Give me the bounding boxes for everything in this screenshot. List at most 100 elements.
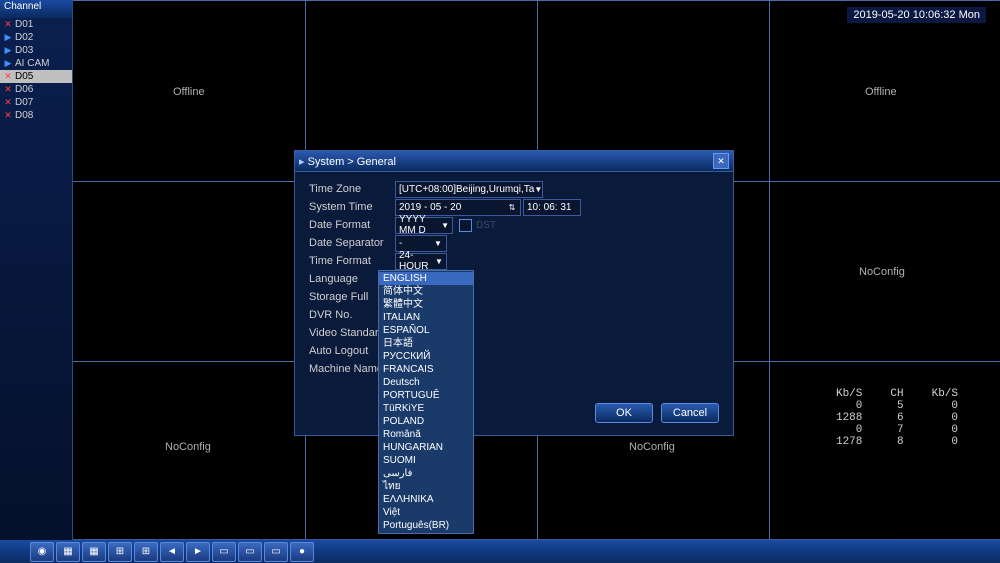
dialog-title: System > General [308,156,396,168]
channel-sidebar: Channel ✕D01▶D02▶D03▶AI CAM✕D05✕D06✕D07✕… [0,0,73,540]
channel-item[interactable]: ✕D01 [0,18,72,31]
stats-header: CH [876,388,917,400]
next-button[interactable]: ► [186,542,210,562]
general-settings-dialog: ▸ System > General ✕ Time Zone [UTC+08:0… [294,150,734,436]
cell-status: NoConfig [165,441,211,453]
view9-button[interactable]: ⊞ [108,542,132,562]
sidebar-title: Channel [0,0,72,18]
close-icon: ✕ [3,111,13,121]
language-option[interactable]: Deutsch [379,376,473,389]
close-icon: ✕ [3,20,13,30]
view8-button[interactable]: ▦ [82,542,106,562]
stats-header: Kb/S [918,388,972,400]
layout1-button[interactable]: ▭ [212,542,236,562]
language-option[interactable]: ΕΛΛΗΝΙΚΑ [379,493,473,506]
view4-button[interactable]: ▦ [56,542,80,562]
timeformat-select[interactable]: 24-HOUR▼ [395,253,447,270]
view1-button[interactable]: ◉ [30,542,54,562]
stats-cell: 6 [876,412,917,424]
channel-item[interactable]: ▶AI CAM [0,57,72,70]
stats-cell: 1288 [822,412,876,424]
stats-cell: 0 [918,424,972,436]
timeformat-label: Time Format [309,255,395,267]
cancel-button[interactable]: Cancel [661,403,719,423]
channel-label: D07 [15,97,33,108]
language-option[interactable]: POLAND [379,415,473,428]
language-option[interactable]: Română [379,428,473,441]
channel-label: D08 [15,110,33,121]
channel-item[interactable]: ✕D08 [0,109,72,122]
dst-label: DST [476,220,496,231]
stats-cell: 0 [918,412,972,424]
language-option[interactable]: HUNGARIAN [379,441,473,454]
channel-label: D02 [15,32,33,43]
systemtime-label: System Time [309,201,395,213]
close-icon[interactable]: ✕ [713,153,729,169]
language-option[interactable]: 简体中文 [379,285,473,298]
channel-item[interactable]: ✕D05 [0,70,72,83]
language-option[interactable]: РУССКИЙ [379,350,473,363]
language-option[interactable]: PORTUGUÊ [379,389,473,402]
language-option[interactable]: ไทย [379,480,473,493]
record-button[interactable]: ● [290,542,314,562]
stats-cell: 5 [876,400,917,412]
close-icon: ✕ [3,98,13,108]
language-option[interactable]: ITALIAN [379,311,473,324]
play-icon: ▶ [3,59,13,69]
view16-button[interactable]: ⊞ [134,542,158,562]
channel-item[interactable]: ✕D06 [0,83,72,96]
stats-cell: 0 [918,400,972,412]
dateformat-select[interactable]: YYYY MM D▼ [395,217,453,234]
bitrate-stats: Kb/SCHKb/S050128860070127880 [822,388,972,448]
cell-status: Offline [173,86,205,98]
cell-status: Offline [865,86,897,98]
language-option[interactable]: FRANCAIS [379,363,473,376]
systemtime-time-input[interactable]: 10: 06: 31 [523,199,581,216]
prev-button[interactable]: ◄ [160,542,184,562]
channel-item[interactable]: ▶D02 [0,31,72,44]
timezone-label: Time Zone [309,183,395,195]
channel-item[interactable]: ▶D03 [0,44,72,57]
play-icon: ▶ [3,46,13,56]
dialog-titlebar[interactable]: ▸ System > General ✕ [295,151,733,172]
stats-cell: 1278 [822,436,876,448]
channel-label: D01 [15,19,33,30]
dst-checkbox[interactable] [459,219,472,232]
timestamp: 2019-05-20 10:06:32 Mon [847,7,986,23]
play-icon: ▶ [3,33,13,43]
systemtime-date-input[interactable]: 2019 - 05 - 20⇅ [395,199,521,216]
language-option[interactable]: ESPAÑOL [379,324,473,337]
language-dropdown[interactable]: ENGLISH简体中文繁體中文ITALIANESPAÑOL日本語РУССКИЙF… [378,270,474,534]
language-option[interactable]: TüRKiYE [379,402,473,415]
timezone-select[interactable]: [UTC+08:00]Beijing,Urumqi,Ta▼ [395,181,543,198]
stats-cell: 8 [876,436,917,448]
channel-item[interactable]: ✕D07 [0,96,72,109]
channel-label: D05 [15,71,33,82]
language-option[interactable]: Việt [379,506,473,519]
dateseparator-select[interactable]: -▼ [395,235,447,252]
stats-cell: 0 [822,400,876,412]
dateseparator-label: Date Separator [309,237,395,249]
stats-cell: 0 [918,436,972,448]
stats-cell: 0 [822,424,876,436]
language-option[interactable]: SUOMI [379,454,473,467]
channel-label: D03 [15,45,33,56]
layout3-button[interactable]: ▭ [264,542,288,562]
bottom-toolbar: ◉ ▦ ▦ ⊞ ⊞ ◄ ► ▭ ▭ ▭ ● [0,539,1000,563]
language-option[interactable]: فارسی [379,467,473,480]
ok-button[interactable]: OK [595,403,653,423]
dateformat-label: Date Format [309,219,395,231]
language-option[interactable]: ENGLISH [379,272,473,285]
language-option[interactable]: 日本語 [379,337,473,350]
stats-cell: 7 [876,424,917,436]
language-option[interactable]: 繁體中文 [379,298,473,311]
channel-label: D06 [15,84,33,95]
close-icon: ✕ [3,72,13,82]
close-icon: ✕ [3,85,13,95]
cell-status: NoConfig [629,441,675,453]
layout2-button[interactable]: ▭ [238,542,262,562]
language-option[interactable]: Português(BR) [379,519,473,532]
channel-label: AI CAM [15,58,49,69]
cell-status: NoConfig [859,266,905,278]
stats-header: Kb/S [822,388,876,400]
